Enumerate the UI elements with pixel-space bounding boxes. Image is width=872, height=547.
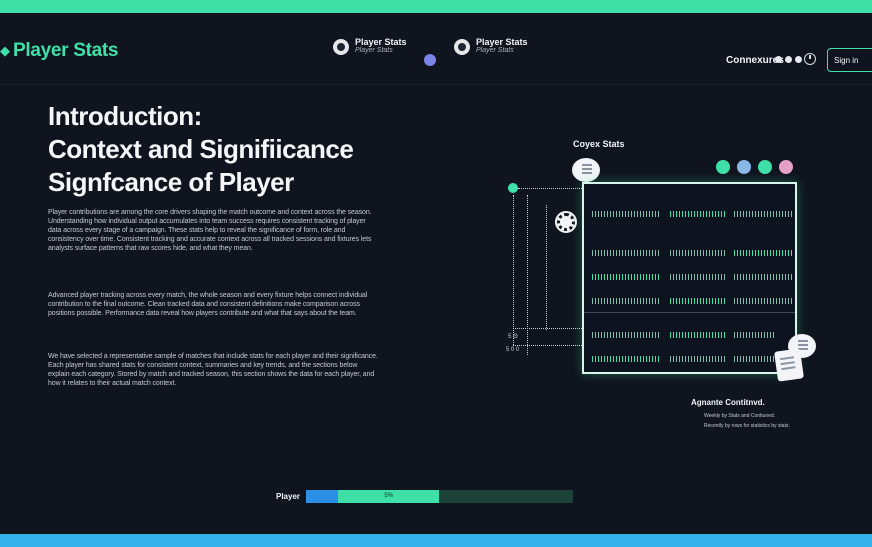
stats-icon[interactable] [716, 160, 730, 174]
stats-panel [582, 182, 797, 374]
profile-icon[interactable] [779, 160, 793, 174]
progress-segment-1 [306, 490, 339, 503]
connector-line [513, 328, 582, 329]
header: ◆ Player Stats Player Stats Player Stats… [0, 13, 872, 85]
nav-brand-1[interactable]: Player Stats Player Stats [333, 38, 407, 55]
connector-line [513, 345, 582, 346]
trend-icon[interactable] [758, 160, 772, 174]
axis-label: 5 0 0 [506, 347, 520, 353]
intro-paragraph-2: Advanced player tracking across every ma… [48, 292, 368, 317]
progress-segment-3 [439, 490, 573, 503]
logo-text: Player Stats [13, 40, 119, 61]
player-icon [454, 38, 470, 55]
axis-label: 5 Θ [508, 334, 518, 340]
axis-line [513, 195, 514, 345]
connector-line [518, 188, 582, 189]
bottom-accent-bar [0, 534, 872, 547]
heading-line-3: Signfcance of Player [48, 167, 294, 197]
top-accent-bar [0, 0, 872, 13]
figure-title: Coyex Stats [573, 139, 625, 149]
nav-brand-2-title: Player Stats [476, 37, 528, 47]
figure-icon-group [716, 160, 793, 174]
status-dot-icon[interactable] [424, 54, 436, 66]
nav-brand-2-subtitle: Player Stats [476, 47, 514, 54]
aggregate-title: Agnante Contitnvd. [691, 398, 765, 407]
signin-button[interactable]: Sign in [827, 48, 872, 72]
divider [584, 312, 795, 313]
aggregate-line: Weekly by Stats and Contiuned. [704, 413, 776, 419]
nav-brand-1-subtitle: Player Stats [355, 47, 393, 54]
chart-icon[interactable] [737, 160, 751, 174]
axis-node-icon [508, 183, 518, 193]
intro-paragraph-3: We have selected a representative sample… [48, 353, 378, 387]
clock-icon[interactable] [804, 53, 816, 65]
heading-line-2: Context and Signifiicance [48, 134, 354, 164]
progress-label: Player [276, 492, 301, 501]
axis-line [546, 205, 547, 330]
logo[interactable]: ◆ Player Stats [0, 40, 118, 62]
progress-bar: 5% [306, 490, 573, 503]
progress-segment-2: 5% [338, 490, 440, 503]
axis-line [527, 195, 528, 355]
more-icon[interactable] [775, 56, 802, 63]
logo-icon: ◆ [0, 43, 10, 58]
heading-line-1: Introduction: [48, 101, 202, 131]
page-title: Introduction: Context and Signifiicance … [48, 100, 428, 199]
nav-brand-1-title: Player Stats [355, 37, 407, 47]
intro-paragraph-1: Player contributions are among the core … [48, 209, 372, 252]
gear-icon [555, 211, 577, 233]
speech-bubble-icon [572, 158, 600, 182]
aggregate-line: Recently by rows for statistics by stats… [704, 423, 790, 429]
document-icon [774, 348, 804, 382]
nav-brand-2[interactable]: Player Stats Player Stats [454, 38, 528, 55]
player-icon [333, 38, 349, 55]
